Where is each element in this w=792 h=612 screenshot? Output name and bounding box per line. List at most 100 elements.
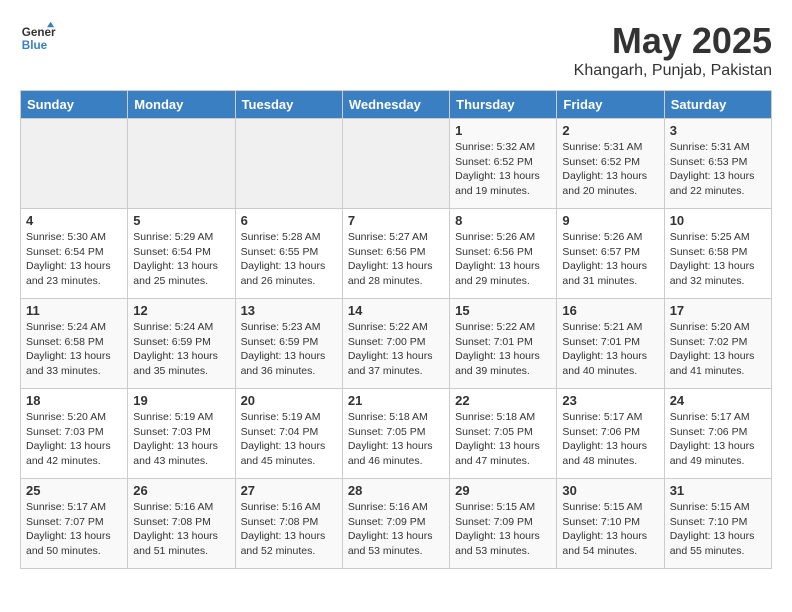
day-number: 13 [241,303,337,318]
calendar-cell: 8 Sunrise: 5:26 AMSunset: 6:56 PMDaylight… [450,209,557,299]
calendar-cell: 22 Sunrise: 5:18 AMSunset: 7:05 PMDayligh… [450,389,557,479]
day-number: 26 [133,483,229,498]
day-number: 10 [670,213,766,228]
day-info: Sunrise: 5:23 AMSunset: 6:59 PMDaylight:… [241,320,337,379]
day-info: Sunrise: 5:15 AMSunset: 7:10 PMDaylight:… [562,500,658,559]
calendar-cell: 15Sunrise: 5:22 AMSunset: 7:01 PMDayligh… [450,299,557,389]
calendar-week-1: 1 Sunrise: 5:32 AMSunset: 6:52 PMDaylight… [21,119,772,209]
day-info: Sunrise: 5:17 AMSunset: 7:06 PMDaylight:… [562,410,658,469]
day-info: Sunrise: 5:19 AMSunset: 7:04 PMDaylight:… [241,410,337,469]
dow-header-wednesday: Wednesday [342,91,449,119]
calendar-cell [128,119,235,209]
calendar-week-3: 11Sunrise: 5:24 AMSunset: 6:58 PMDayligh… [21,299,772,389]
logo: General Blue [20,20,56,56]
day-info: Sunrise: 5:20 AMSunset: 7:02 PMDaylight:… [670,320,766,379]
day-info: Sunrise: 5:22 AMSunset: 7:01 PMDaylight:… [455,320,551,379]
calendar-cell: 13 Sunrise: 5:23 AMSunset: 6:59 PMDayligh… [235,299,342,389]
svg-text:Blue: Blue [22,39,48,52]
day-number: 22 [455,393,551,408]
calendar-cell: 29Sunrise: 5:15 AMSunset: 7:09 PMDayligh… [450,479,557,569]
day-number: 2 [562,123,658,138]
calendar-cell: 9 Sunrise: 5:26 AMSunset: 6:57 PMDaylight… [557,209,664,299]
day-info: Sunrise: 5:18 AMSunset: 7:05 PMDaylight:… [348,410,444,469]
day-info: Sunrise: 5:25 AMSunset: 6:58 PMDaylight:… [670,230,766,289]
day-info: Sunrise: 5:16 AMSunset: 7:08 PMDaylight:… [133,500,229,559]
day-info: Sunrise: 5:17 AMSunset: 7:07 PMDaylight:… [26,500,122,559]
calendar-cell: 16Sunrise: 5:21 AMSunset: 7:01 PMDayligh… [557,299,664,389]
calendar-cell: 1 Sunrise: 5:32 AMSunset: 6:52 PMDaylight… [450,119,557,209]
day-info: Sunrise: 5:27 AMSunset: 6:56 PMDaylight:… [348,230,444,289]
calendar-cell: 2 Sunrise: 5:31 AMSunset: 6:52 PMDaylight… [557,119,664,209]
day-number: 30 [562,483,658,498]
day-number: 12 [133,303,229,318]
calendar-week-4: 18 Sunrise: 5:20 AMSunset: 7:03 PMDayligh… [21,389,772,479]
day-number: 24 [670,393,766,408]
calendar-cell: 31Sunrise: 5:15 AMSunset: 7:10 PMDayligh… [664,479,771,569]
calendar-cell: 4 Sunrise: 5:30 AMSunset: 6:54 PMDaylight… [21,209,128,299]
day-info: Sunrise: 5:18 AMSunset: 7:05 PMDaylight:… [455,410,551,469]
calendar-cell: 20 Sunrise: 5:19 AMSunset: 7:04 PMDayligh… [235,389,342,479]
day-number: 20 [241,393,337,408]
day-number: 16 [562,303,658,318]
calendar-cell: 17Sunrise: 5:20 AMSunset: 7:02 PMDayligh… [664,299,771,389]
calendar-cell [21,119,128,209]
day-info: Sunrise: 5:24 AMSunset: 6:59 PMDaylight:… [133,320,229,379]
day-info: Sunrise: 5:30 AMSunset: 6:54 PMDaylight:… [26,230,122,289]
day-info: Sunrise: 5:16 AMSunset: 7:09 PMDaylight:… [348,500,444,559]
calendar-cell: 7 Sunrise: 5:27 AMSunset: 6:56 PMDaylight… [342,209,449,299]
dow-header-thursday: Thursday [450,91,557,119]
calendar-week-2: 4 Sunrise: 5:30 AMSunset: 6:54 PMDaylight… [21,209,772,299]
calendar-week-5: 25Sunrise: 5:17 AMSunset: 7:07 PMDayligh… [21,479,772,569]
calendar-cell: 24 Sunrise: 5:17 AMSunset: 7:06 PMDayligh… [664,389,771,479]
day-info: Sunrise: 5:15 AMSunset: 7:09 PMDaylight:… [455,500,551,559]
calendar-cell: 12 Sunrise: 5:24 AMSunset: 6:59 PMDayligh… [128,299,235,389]
day-number: 23 [562,393,658,408]
day-number: 21 [348,393,444,408]
day-number: 1 [455,123,551,138]
calendar-cell: 14Sunrise: 5:22 AMSunset: 7:00 PMDayligh… [342,299,449,389]
day-info: Sunrise: 5:20 AMSunset: 7:03 PMDaylight:… [26,410,122,469]
day-number: 5 [133,213,229,228]
dow-header-sunday: Sunday [21,91,128,119]
calendar-cell: 3Sunrise: 5:31 AMSunset: 6:53 PMDaylight… [664,119,771,209]
calendar-cell: 28 Sunrise: 5:16 AMSunset: 7:09 PMDayligh… [342,479,449,569]
calendar-cell: 26 Sunrise: 5:16 AMSunset: 7:08 PMDayligh… [128,479,235,569]
day-number: 4 [26,213,122,228]
day-number: 9 [562,213,658,228]
calendar-body: 1 Sunrise: 5:32 AMSunset: 6:52 PMDaylight… [21,119,772,569]
day-number: 31 [670,483,766,498]
dow-header-friday: Friday [557,91,664,119]
location: Khangarh, Punjab, Pakistan [574,62,772,80]
day-info: Sunrise: 5:16 AMSunset: 7:08 PMDaylight:… [241,500,337,559]
calendar-cell [235,119,342,209]
day-number: 19 [133,393,229,408]
calendar-cell: 18 Sunrise: 5:20 AMSunset: 7:03 PMDayligh… [21,389,128,479]
day-number: 3 [670,123,766,138]
day-info: Sunrise: 5:24 AMSunset: 6:58 PMDaylight:… [26,320,122,379]
day-info: Sunrise: 5:22 AMSunset: 7:00 PMDaylight:… [348,320,444,379]
calendar-cell: 11Sunrise: 5:24 AMSunset: 6:58 PMDayligh… [21,299,128,389]
page-header: General Blue May 2025 Khangarh, Punjab, … [20,20,772,80]
svg-text:General: General [22,26,56,39]
day-info: Sunrise: 5:17 AMSunset: 7:06 PMDaylight:… [670,410,766,469]
calendar-cell: 23 Sunrise: 5:17 AMSunset: 7:06 PMDayligh… [557,389,664,479]
day-info: Sunrise: 5:26 AMSunset: 6:56 PMDaylight:… [455,230,551,289]
title-block: May 2025 Khangarh, Punjab, Pakistan [574,20,772,80]
day-info: Sunrise: 5:26 AMSunset: 6:57 PMDaylight:… [562,230,658,289]
day-info: Sunrise: 5:19 AMSunset: 7:03 PMDaylight:… [133,410,229,469]
day-number: 7 [348,213,444,228]
calendar-cell: 25Sunrise: 5:17 AMSunset: 7:07 PMDayligh… [21,479,128,569]
day-info: Sunrise: 5:31 AMSunset: 6:52 PMDaylight:… [562,140,658,199]
calendar-cell: 27Sunrise: 5:16 AMSunset: 7:08 PMDayligh… [235,479,342,569]
day-number: 28 [348,483,444,498]
calendar-cell: 21 Sunrise: 5:18 AMSunset: 7:05 PMDayligh… [342,389,449,479]
day-info: Sunrise: 5:29 AMSunset: 6:54 PMDaylight:… [133,230,229,289]
calendar-table: SundayMondayTuesdayWednesdayThursdayFrid… [20,90,772,569]
calendar-cell: 19 Sunrise: 5:19 AMSunset: 7:03 PMDayligh… [128,389,235,479]
calendar-cell: 30 Sunrise: 5:15 AMSunset: 7:10 PMDayligh… [557,479,664,569]
day-info: Sunrise: 5:32 AMSunset: 6:52 PMDaylight:… [455,140,551,199]
calendar-cell [342,119,449,209]
month-year: May 2025 [574,20,772,62]
day-number: 18 [26,393,122,408]
day-number: 8 [455,213,551,228]
